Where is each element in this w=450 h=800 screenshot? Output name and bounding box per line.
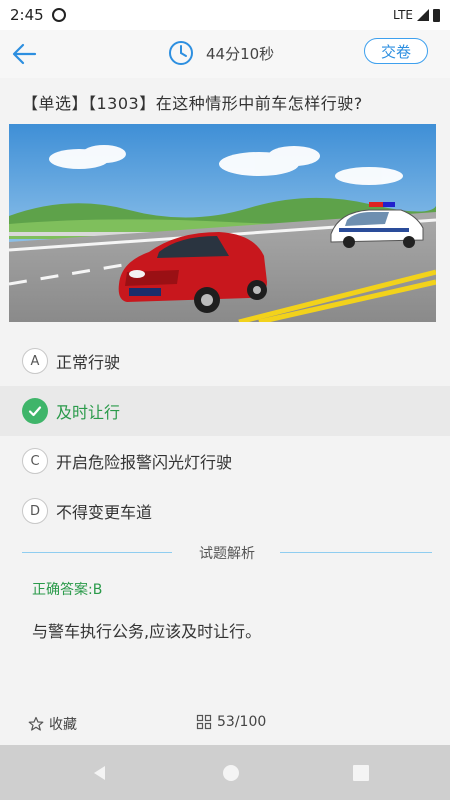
divider-line-right bbox=[280, 552, 432, 553]
question-image bbox=[9, 124, 436, 322]
option-letter: D bbox=[22, 498, 48, 524]
network-label: LTE bbox=[393, 8, 413, 22]
star-icon bbox=[28, 716, 44, 731]
triangle-back-icon bbox=[94, 766, 105, 780]
check-icon bbox=[22, 398, 48, 424]
nav-back-button[interactable] bbox=[88, 761, 112, 785]
system-nav-bar bbox=[0, 745, 450, 800]
back-button[interactable] bbox=[10, 39, 40, 69]
status-left: 2:45 bbox=[10, 6, 66, 24]
grid-icon bbox=[196, 714, 212, 730]
status-bar: 2:45 LTE bbox=[0, 0, 450, 30]
circle-home-icon bbox=[223, 765, 239, 781]
option-text: 不得变更车道 bbox=[56, 503, 153, 522]
analysis-divider: 试题解析 bbox=[22, 540, 432, 564]
option-b[interactable]: 及时让行 bbox=[0, 386, 450, 436]
option-text: 正常行驶 bbox=[56, 353, 121, 372]
analysis-title: 试题解析 bbox=[199, 546, 255, 562]
clock-icon bbox=[169, 41, 193, 65]
question-text: 【单选】【1303】在这种情形中前车怎样行驶? bbox=[22, 94, 363, 113]
timer: 44分10秒 bbox=[168, 40, 274, 66]
favorite-button[interactable]: 收藏 bbox=[28, 714, 77, 734]
status-right: LTE bbox=[393, 8, 440, 22]
option-letter: A bbox=[22, 348, 48, 374]
progress-text: 53/100 bbox=[217, 714, 267, 730]
explanation-text: 与警车执行公务,应该及时让行。 bbox=[32, 622, 262, 641]
option-d[interactable]: D 不得变更车道 bbox=[0, 486, 450, 536]
footer-actions: 收藏 53/100 bbox=[0, 705, 450, 741]
favorite-label: 收藏 bbox=[49, 717, 77, 733]
correct-answer: 正确答案:B bbox=[32, 582, 103, 598]
option-text: 开启危险报警闪光灯行驶 bbox=[56, 453, 233, 472]
submit-button[interactable]: 交卷 bbox=[364, 38, 428, 64]
status-time: 2:45 bbox=[10, 6, 44, 24]
option-text: 及时让行 bbox=[56, 403, 121, 422]
timer-text: 44分10秒 bbox=[206, 44, 275, 63]
option-a[interactable]: A 正常行驶 bbox=[0, 336, 450, 386]
notification-icon bbox=[51, 8, 66, 22]
option-letter: C bbox=[22, 448, 48, 474]
battery-icon bbox=[433, 8, 440, 22]
nav-recents-button[interactable] bbox=[349, 761, 373, 785]
option-c[interactable]: C 开启危险报警闪光灯行驶 bbox=[0, 436, 450, 486]
question-index-button[interactable]: 53/100 bbox=[196, 714, 266, 730]
back-arrow-icon bbox=[12, 43, 37, 65]
nav-home-button[interactable] bbox=[219, 761, 243, 785]
signal-icon bbox=[417, 9, 429, 21]
square-recents-icon bbox=[353, 765, 369, 781]
header: 44分10秒 交卷 bbox=[0, 30, 450, 78]
